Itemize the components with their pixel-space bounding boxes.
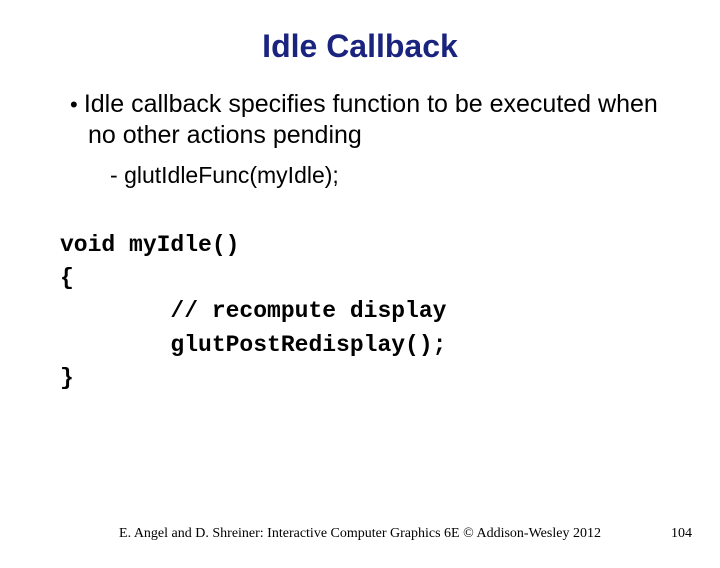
bullet-dot-icon: •	[70, 92, 84, 117]
bullet-2-text: glutIdleFunc(myIdle);	[124, 162, 339, 188]
bullet-level-1: • Idle callback specifies function to be…	[70, 89, 660, 152]
slide: Idle Callback • Idle callback specifies …	[0, 28, 720, 568]
code-block: void myIdle() { // recompute display glu…	[60, 229, 720, 396]
dash-icon: -	[110, 162, 124, 188]
bullet-level-2: - glutIdleFunc(myIdle);	[110, 162, 720, 189]
bullet-1-text: Idle callback specifies function to be e…	[84, 90, 658, 149]
slide-title: Idle Callback	[0, 28, 720, 65]
